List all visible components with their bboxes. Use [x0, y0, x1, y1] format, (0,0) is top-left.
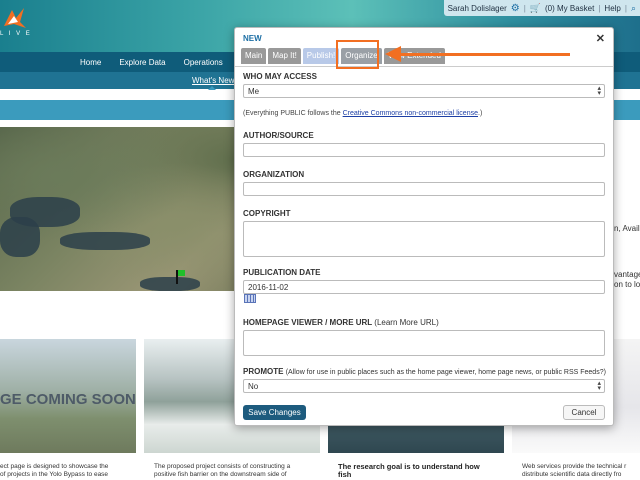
publication-date-field[interactable]: 2016-11-02 — [243, 280, 605, 294]
tab-publish[interactable]: Publish! — [302, 48, 340, 64]
license-note-prefix: (Everything PUBLIC follows the — [243, 110, 343, 117]
user-name-link[interactable]: Sarah Dolislager — [448, 4, 507, 13]
copyright-label: COPYRIGHT — [243, 209, 291, 218]
license-note-suffix: .) — [478, 110, 483, 117]
tab-map-it[interactable]: Map It! — [268, 48, 301, 64]
basket-link[interactable]: (0) My Basket — [545, 4, 594, 13]
map-water — [0, 217, 40, 257]
promote-select[interactable]: No ▴ ▾ — [243, 379, 605, 393]
help-link[interactable]: Help — [604, 4, 620, 13]
publication-date-label: PUBLICATION DATE — [243, 268, 321, 277]
homepage-viewer-hint: (Learn More URL) — [374, 318, 439, 327]
user-bar: Sarah Dolislager ⚙ | 🛒 (0) My Basket | H… — [443, 0, 640, 16]
license-note: (Everything PUBLIC follows the Creative … — [243, 110, 482, 117]
nav-operations[interactable]: Operations — [184, 58, 223, 67]
nav-explore-data[interactable]: Explore Data — [119, 58, 165, 67]
select-arrows-icon: ▴ ▾ — [597, 380, 601, 392]
copyright-field[interactable] — [243, 221, 605, 257]
homepage-viewer-label: HOMEPAGE VIEWER / MORE URL (Learn More U… — [243, 318, 439, 327]
tab-main[interactable]: Main — [241, 48, 267, 64]
organize-tab-highlight — [336, 40, 379, 69]
search-icon[interactable]: ⌕ — [631, 3, 636, 14]
who-may-access-select[interactable]: Me ▴ ▾ — [243, 84, 605, 98]
cancel-button[interactable]: Cancel — [563, 405, 605, 420]
site-logo-icon[interactable] — [2, 6, 28, 34]
map-water — [60, 232, 150, 250]
promote-hint: (Allow for use in public places such as … — [285, 369, 606, 376]
separator: | — [523, 3, 526, 13]
close-icon[interactable]: ✕ — [596, 32, 605, 45]
dialog-title: NEW — [243, 34, 262, 43]
who-may-access-label: WHO MAY ACCESS — [243, 72, 317, 81]
separator: | — [624, 3, 627, 13]
site-logo-text: L I V E — [0, 31, 32, 37]
who-may-access-value: Me — [248, 87, 260, 96]
promote-label-text: PROMOTE — [243, 367, 284, 376]
right-text-snippets: n, Availa vantage on to lo — [614, 120, 640, 320]
select-arrows-icon: ▴ ▾ — [597, 85, 601, 97]
card-description: The proposed project consists of constru… — [154, 463, 291, 478]
pointer-arrow-head-icon — [385, 46, 401, 62]
separator: | — [598, 3, 601, 13]
map-water — [140, 277, 200, 291]
gear-icon[interactable]: ⚙ — [511, 3, 520, 14]
pointer-arrow-line — [400, 53, 570, 56]
nav-home[interactable]: Home — [80, 58, 101, 67]
calendar-icon[interactable] — [244, 294, 256, 303]
organization-field[interactable] — [243, 182, 605, 196]
snippet-text: vantage — [614, 270, 640, 279]
card-description: Web services provide the technical r dist… — [522, 463, 627, 478]
save-changes-button[interactable]: Save Changes — [243, 405, 306, 420]
promote-label: PROMOTE (Allow for use in public places … — [243, 367, 606, 376]
cart-icon[interactable]: 🛒 — [530, 3, 541, 14]
new-item-dialog: NEW ✕ Main Map It! Publish! Organize Vie… — [234, 27, 614, 426]
author-field[interactable] — [243, 143, 605, 157]
caret-up-icon — [208, 86, 216, 90]
card-image: GE COMING SOON — [0, 339, 136, 453]
promote-value: No — [248, 382, 259, 391]
snippet-text: on to lo — [614, 280, 640, 289]
snippet-text: n, Availa — [614, 224, 640, 233]
card-description: ect page is designed to showcase the of p… — [0, 463, 109, 478]
project-card[interactable]: GE COMING SOON ect page is designed to s… — [0, 339, 136, 480]
author-label: AUTHOR/SOURCE — [243, 131, 314, 140]
homepage-viewer-field[interactable] — [243, 330, 605, 356]
map-flag-icon[interactable] — [176, 270, 186, 284]
card-description: The research goal is to understand how fi… — [338, 462, 480, 479]
coming-soon-label: GE COMING SOON — [0, 391, 136, 408]
dialog-body: WHO MAY ACCESS Me ▴ ▾ (Everything PUBLIC … — [235, 66, 613, 393]
whats-new-link[interactable]: What's New — [192, 76, 234, 85]
license-link[interactable]: Creative Commons non-commercial license — [343, 110, 478, 117]
organization-label: ORGANIZATION — [243, 170, 305, 179]
homepage-viewer-label-text: HOMEPAGE VIEWER / MORE URL — [243, 318, 373, 327]
